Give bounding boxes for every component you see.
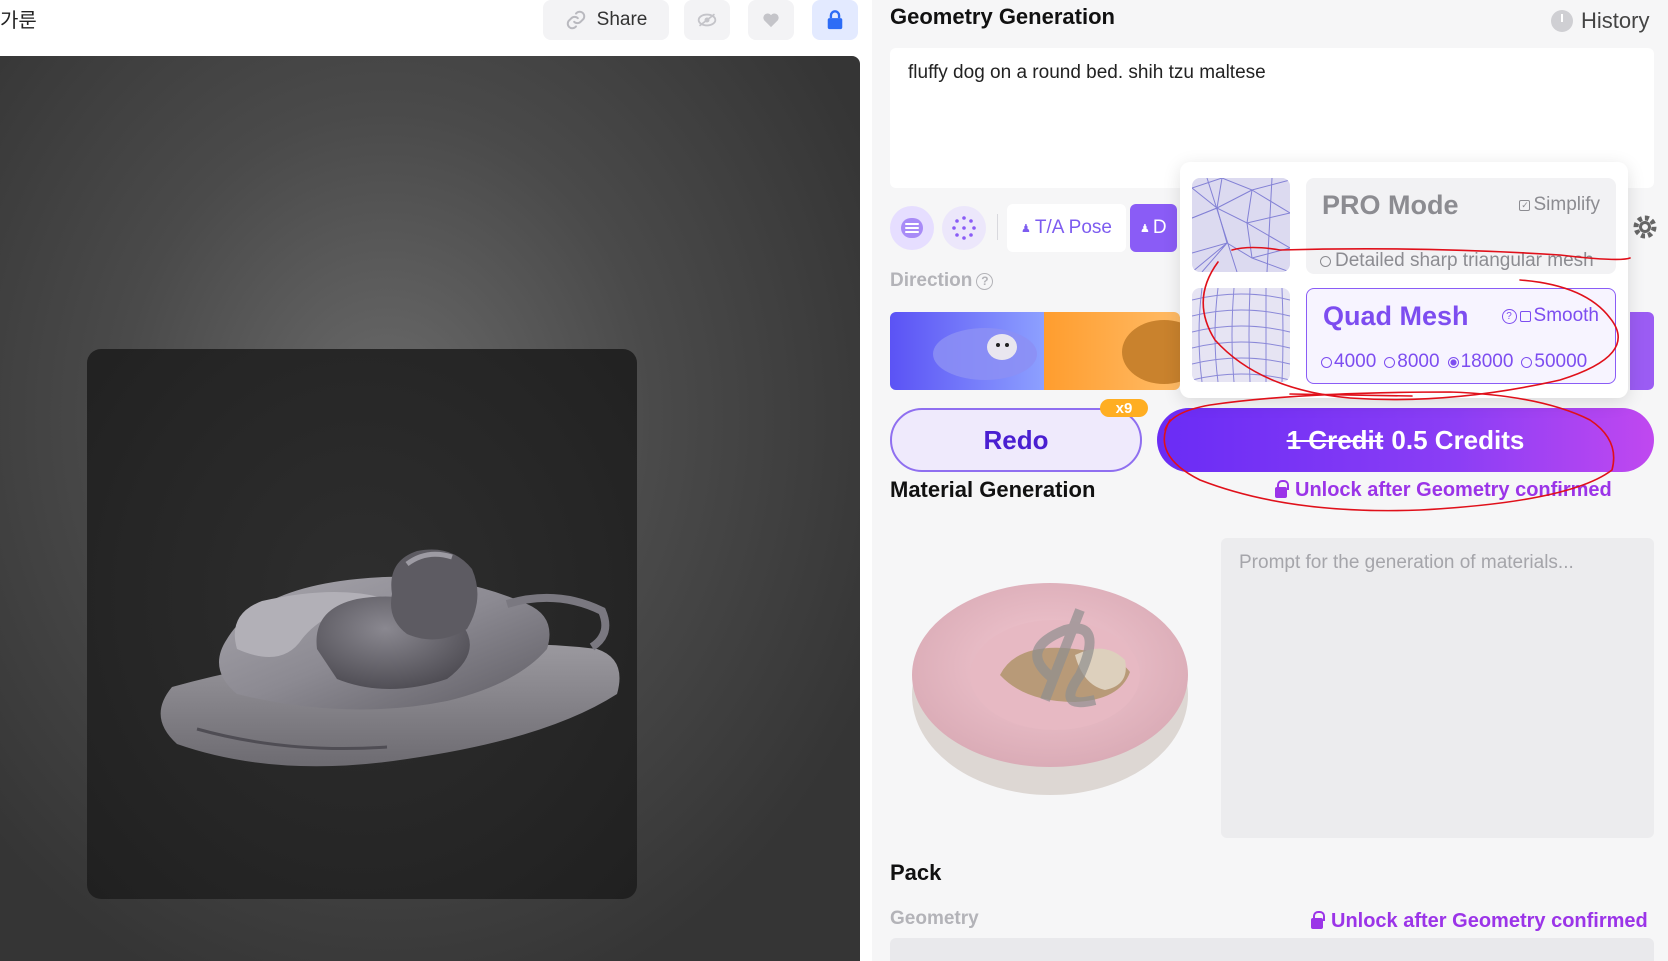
help-icon[interactable]: ? xyxy=(976,272,994,290)
settings-sliders-button[interactable] xyxy=(890,206,934,250)
person-icon: ♟ xyxy=(1021,222,1031,235)
material-title: Material Generation xyxy=(890,477,1096,502)
generate-credits-button[interactable]: 1 Credit 0.5 Credits xyxy=(1157,408,1654,472)
quad-mesh-preview[interactable] xyxy=(1192,288,1290,382)
face-count-options: 4000 8000 18000 50000 xyxy=(1321,351,1587,373)
smooth-label: Smooth xyxy=(1533,305,1599,326)
radio-selected-icon xyxy=(1447,356,1459,368)
material-unlock-text: Unlock after Geometry confirmed xyxy=(1295,479,1612,501)
redo-label: Redo xyxy=(983,424,1049,455)
face-option-4000[interactable]: 4000 xyxy=(1321,351,1376,373)
pack-unlock-text: Unlock after Geometry confirmed xyxy=(1331,910,1648,932)
face-label: 18000 xyxy=(1460,351,1514,372)
dog-bed-photo xyxy=(912,583,1188,795)
quad-mesh-option[interactable]: Quad Mesh ? Smooth 4000 8000 18000 50000 xyxy=(1306,288,1616,384)
pack-geometry-slot xyxy=(890,938,1654,961)
pro-mode-description: Detailed sharp triangular mesh xyxy=(1320,250,1594,272)
checkbox-icon: ✓ xyxy=(1519,199,1531,211)
radio-icon xyxy=(1521,356,1533,368)
old-credit-price: 1 Credit xyxy=(1286,424,1384,455)
mesh-mode-popover: PRO Mode ✓ Simplify Detailed sharp trian… xyxy=(1180,162,1628,398)
pack-title: Pack xyxy=(890,860,942,885)
geometry-title: Geometry Generation xyxy=(890,4,1115,29)
simplify-checkbox[interactable]: ✓ Simplify xyxy=(1519,194,1600,216)
new-credit-price: 0.5 Credits xyxy=(1391,424,1525,455)
radio-icon xyxy=(1320,255,1331,267)
quad-grid-icon xyxy=(1192,288,1290,382)
checkbox-icon xyxy=(1519,310,1531,322)
dots-circle-icon xyxy=(952,216,976,240)
clock-icon xyxy=(1551,10,1573,32)
face-label: 4000 xyxy=(1334,351,1377,372)
pro-mesh-preview[interactable] xyxy=(1192,178,1290,272)
dog-bed-geometry-model xyxy=(160,549,620,767)
breadcrumb-text: 가룬 xyxy=(0,10,37,32)
face-label: 50000 xyxy=(1534,351,1588,372)
model-preview-card xyxy=(87,349,637,899)
face-option-50000[interactable]: 50000 xyxy=(1521,351,1587,373)
direction-text: Direction xyxy=(890,270,973,291)
direction-thumb-side[interactable] xyxy=(1044,312,1180,390)
favorite-button[interactable] xyxy=(748,0,794,40)
quad-mesh-title: Quad Mesh xyxy=(1323,301,1469,331)
help-icon[interactable]: ? xyxy=(1501,308,1517,324)
geometry-prompt-text: fluffy dog on a round bed. shih tzu malt… xyxy=(908,62,1266,83)
direction-thumb-other[interactable] xyxy=(1630,312,1654,390)
direction-label: Direction ? xyxy=(890,270,994,292)
radio-icon xyxy=(1384,356,1396,368)
heart-icon xyxy=(763,13,779,28)
material-reference-image[interactable] xyxy=(905,560,1195,800)
material-prompt-input[interactable]: Prompt for the generation of materials..… xyxy=(1221,538,1654,838)
redo-count-badge: x9 xyxy=(1100,399,1148,417)
material-prompt-placeholder: Prompt for the generation of materials..… xyxy=(1239,552,1574,573)
visibility-button[interactable] xyxy=(684,0,730,40)
toolbar-divider xyxy=(997,214,998,240)
direction-thumbnails xyxy=(890,312,1180,390)
points-button[interactable] xyxy=(942,206,986,250)
simplify-label: Simplify xyxy=(1533,194,1600,215)
sliders-icon xyxy=(901,218,923,238)
history-label: History xyxy=(1581,8,1650,33)
pro-mode-title: PRO Mode xyxy=(1322,190,1459,220)
pack-geometry-label: Geometry xyxy=(890,908,979,929)
d-chip-label: D xyxy=(1152,217,1167,238)
radio-icon xyxy=(1321,356,1332,368)
dog-thumbnail xyxy=(933,328,1037,380)
dog-thumbnail xyxy=(1122,320,1180,384)
face-option-18000[interactable]: 18000 xyxy=(1447,351,1514,373)
model-viewer[interactable] xyxy=(0,56,860,961)
triangle-mesh-icon xyxy=(1192,178,1290,272)
share-button[interactable]: Share xyxy=(543,0,669,40)
lock-icon xyxy=(1275,480,1289,498)
share-label: Share xyxy=(596,9,648,30)
lock-button[interactable] xyxy=(812,0,858,40)
redo-button[interactable]: Redo xyxy=(890,408,1142,472)
direction-thumb-front[interactable] xyxy=(890,312,1044,390)
smooth-checkbox[interactable]: ? Smooth xyxy=(1501,305,1599,327)
history-button[interactable]: History xyxy=(1551,8,1649,34)
ta-pose-chip[interactable]: ♟ T/A Pose xyxy=(1007,204,1126,252)
face-label: 8000 xyxy=(1397,351,1440,372)
gear-icon[interactable] xyxy=(1632,214,1658,240)
eye-off-icon xyxy=(697,13,717,27)
ta-pose-label: T/A Pose xyxy=(1034,217,1112,238)
pro-desc-text: Detailed sharp triangular mesh xyxy=(1335,250,1594,271)
link-icon xyxy=(566,10,585,30)
pro-mode-option[interactable]: PRO Mode ✓ Simplify Detailed sharp trian… xyxy=(1306,178,1616,274)
person-icon: ♟ xyxy=(1140,222,1150,235)
lock-icon xyxy=(1311,911,1325,929)
pack-unlock-notice: Unlock after Geometry confirmed xyxy=(1311,910,1648,933)
d-chip[interactable]: ♟ D xyxy=(1130,204,1177,252)
face-option-8000[interactable]: 8000 xyxy=(1384,351,1440,373)
material-unlock-notice: Unlock after Geometry confirmed xyxy=(1275,479,1612,502)
lock-icon xyxy=(827,10,843,30)
